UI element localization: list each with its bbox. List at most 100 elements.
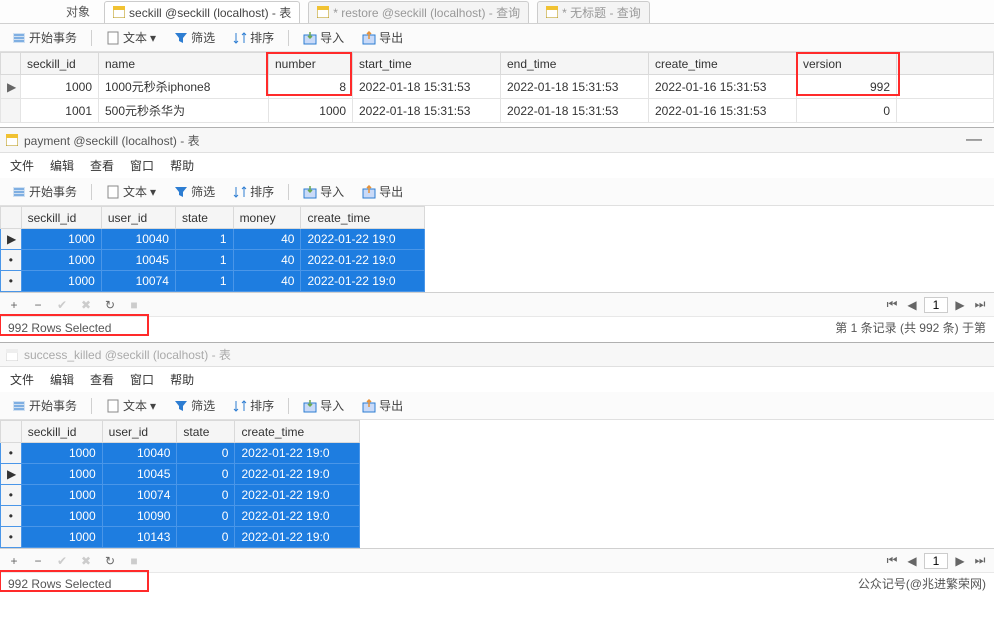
cancel-button[interactable]: ✖ — [78, 553, 94, 569]
add-row-button[interactable]: + — [6, 297, 22, 313]
table-row[interactable]: •10001007402022-01-22 19:0 — [1, 485, 360, 506]
menu-edit[interactable]: 编辑 — [50, 371, 74, 388]
table-row[interactable]: ▶ 1000 1000元秒杀iphone8 8 2022-01-18 15:31… — [1, 75, 994, 99]
add-row-button[interactable]: + — [6, 553, 22, 569]
col-header[interactable]: seckill_id — [21, 53, 99, 75]
cell[interactable]: 1000 — [21, 527, 102, 548]
cell[interactable]: 2022-01-18 15:31:53 — [353, 75, 501, 99]
refresh-button[interactable]: ↻ — [102, 553, 118, 569]
filter-button[interactable]: 筛选 — [170, 395, 219, 416]
cell[interactable]: 2022-01-18 15:31:53 — [501, 75, 649, 99]
next-page-button[interactable]: ▶ — [952, 553, 968, 569]
cell[interactable]: 10143 — [102, 527, 177, 548]
cell[interactable]: 1000元秒杀iphone8 — [99, 75, 269, 99]
cell[interactable]: 2022-01-18 15:31:53 — [353, 99, 501, 123]
first-page-button[interactable]: ⏮ — [884, 553, 900, 569]
col-header[interactable]: end_time — [501, 53, 649, 75]
refresh-button[interactable]: ↻ — [102, 297, 118, 313]
cell[interactable]: 40 — [233, 271, 301, 292]
export-button[interactable]: 导出 — [358, 181, 407, 202]
tab-seckill[interactable]: seckill @seckill (localhost) - 表 — [104, 1, 300, 23]
cell[interactable]: 2022-01-22 19:0 — [235, 443, 360, 464]
tab-restore[interactable]: * restore @seckill (localhost) - 查询 — [308, 1, 529, 23]
table-row[interactable]: •1000100741402022-01-22 19:0 — [1, 271, 425, 292]
cell[interactable]: 500元秒杀华为 — [99, 99, 269, 123]
cell[interactable]: 10040 — [101, 229, 175, 250]
menu-help[interactable]: 帮助 — [170, 371, 194, 388]
col-header[interactable]: seckill_id — [21, 421, 102, 443]
minimize-button[interactable]: — — [966, 131, 988, 149]
table-row[interactable]: •10001014302022-01-22 19:0 — [1, 527, 360, 548]
cell[interactable]: 2022-01-22 19:0 — [301, 250, 425, 271]
col-header[interactable]: start_time — [353, 53, 501, 75]
cell[interactable]: 10074 — [101, 271, 175, 292]
cell[interactable]: 10045 — [101, 250, 175, 271]
table-row[interactable]: •10001004002022-01-22 19:0 — [1, 443, 360, 464]
cell[interactable]: 2022-01-16 15:31:53 — [649, 75, 797, 99]
begin-transaction-button[interactable]: 开始事务 — [8, 27, 81, 48]
cell[interactable]: 0 — [177, 464, 235, 485]
cell[interactable]: 10040 — [102, 443, 177, 464]
menu-window[interactable]: 窗口 — [130, 371, 154, 388]
prev-page-button[interactable]: ◀ — [904, 553, 920, 569]
col-header[interactable]: user_id — [102, 421, 177, 443]
col-header[interactable]: money — [233, 207, 301, 229]
cell[interactable]: 2022-01-22 19:0 — [301, 271, 425, 292]
menu-view[interactable]: 查看 — [90, 371, 114, 388]
cell[interactable]: 2022-01-22 19:0 — [235, 464, 360, 485]
cell[interactable]: 1 — [175, 271, 233, 292]
filter-button[interactable]: 筛选 — [170, 27, 219, 48]
page-input[interactable] — [924, 297, 948, 313]
col-header[interactable]: state — [175, 207, 233, 229]
sort-button[interactable]: 排序 — [229, 395, 278, 416]
cell[interactable]: 10090 — [102, 506, 177, 527]
col-header[interactable]: number — [269, 53, 353, 75]
cell[interactable]: 1 — [175, 250, 233, 271]
text-button[interactable]: 文本▾ — [102, 395, 160, 416]
cell[interactable]: 1000 — [21, 443, 102, 464]
sort-button[interactable]: 排序 — [229, 181, 278, 202]
table-row[interactable]: ▶1000100401402022-01-22 19:0 — [1, 229, 425, 250]
export-button[interactable]: 导出 — [358, 27, 407, 48]
menu-window[interactable]: 窗口 — [130, 157, 154, 174]
begin-transaction-button[interactable]: 开始事务 — [8, 395, 81, 416]
stop-button[interactable]: ■ — [126, 297, 142, 313]
cell[interactable]: 0 — [797, 99, 897, 123]
cell[interactable]: 2022-01-22 19:0 — [301, 229, 425, 250]
table-row[interactable]: 1001 500元秒杀华为 1000 2022-01-18 15:31:53 2… — [1, 99, 994, 123]
cell[interactable]: 8 — [269, 75, 353, 99]
col-header[interactable]: version — [797, 53, 897, 75]
cell[interactable]: 992 — [797, 75, 897, 99]
payment-table[interactable]: seckill_id user_id state money create_ti… — [0, 206, 425, 292]
cell[interactable]: 1000 — [21, 229, 101, 250]
import-button[interactable]: 导入 — [299, 181, 348, 202]
text-button[interactable]: 文本▾ — [102, 181, 160, 202]
cell[interactable]: 2022-01-22 19:0 — [235, 527, 360, 548]
page-input[interactable] — [924, 553, 948, 569]
tab-untitled[interactable]: * 无标题 - 查询 — [537, 1, 650, 23]
first-page-button[interactable]: ⏮ — [884, 297, 900, 313]
next-page-button[interactable]: ▶ — [952, 297, 968, 313]
cell[interactable]: 40 — [233, 250, 301, 271]
col-header[interactable]: state — [177, 421, 235, 443]
menu-view[interactable]: 查看 — [90, 157, 114, 174]
last-page-button[interactable]: ⏭ — [972, 297, 988, 313]
cell[interactable]: 2022-01-18 15:31:53 — [501, 99, 649, 123]
col-header[interactable]: name — [99, 53, 269, 75]
col-header[interactable]: create_time — [235, 421, 360, 443]
cell[interactable]: 0 — [177, 506, 235, 527]
table-row[interactable]: ▶10001004502022-01-22 19:0 — [1, 464, 360, 485]
begin-transaction-button[interactable]: 开始事务 — [8, 181, 81, 202]
filter-button[interactable]: 筛选 — [170, 181, 219, 202]
col-header[interactable]: create_time — [649, 53, 797, 75]
seckill-table[interactable]: seckill_id name number start_time end_ti… — [0, 52, 994, 123]
cell[interactable]: 1000 — [21, 485, 102, 506]
cell[interactable]: 1000 — [269, 99, 353, 123]
cell[interactable]: 2022-01-22 19:0 — [235, 506, 360, 527]
import-button[interactable]: 导入 — [299, 27, 348, 48]
cell[interactable]: 0 — [177, 485, 235, 506]
cell[interactable]: 0 — [177, 443, 235, 464]
last-page-button[interactable]: ⏭ — [972, 553, 988, 569]
import-button[interactable]: 导入 — [299, 395, 348, 416]
col-header[interactable]: seckill_id — [21, 207, 101, 229]
